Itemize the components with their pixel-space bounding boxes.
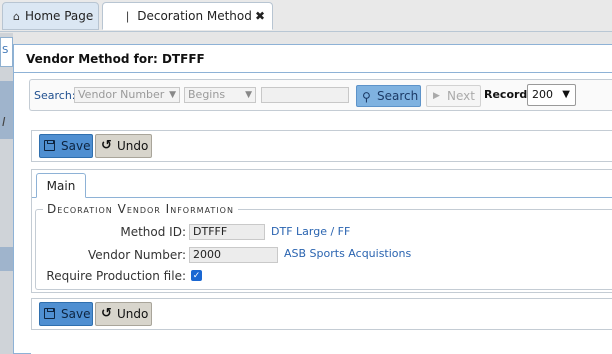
- search-icon: ⚲: [362, 90, 371, 104]
- undo-button-label: Undo: [117, 139, 149, 153]
- floppy-disk-icon: [44, 140, 55, 151]
- method-id-field[interactable]: DTFFF: [189, 224, 265, 240]
- vendor-number-field[interactable]: 2000: [189, 247, 278, 263]
- window-title: Vendor Method for: DTFFF: [14, 45, 612, 73]
- require-production-file-label: Require Production file:: [46, 269, 186, 283]
- undo-button-label: Undo: [117, 307, 149, 321]
- next-button[interactable]: ▶ Next: [426, 85, 481, 107]
- vendor-name-link[interactable]: ASB Sports Acquistions: [284, 247, 411, 260]
- background-window-tab[interactable]: S: [0, 37, 13, 67]
- vendor-method-window: Vendor Method for: DTFFF Search: Vendor …: [13, 44, 612, 354]
- search-button-label: Search: [377, 89, 419, 103]
- search-input[interactable]: [261, 87, 349, 103]
- require-production-file-checkbox[interactable]: ✓: [191, 270, 202, 281]
- tab-decoration-method[interactable]: ❘ Decoration Method ✖: [102, 2, 273, 30]
- undo-button[interactable]: ↺ Undo: [95, 134, 152, 158]
- decoration-vendor-section: Decoration Vendor Information Method ID:…: [35, 202, 612, 290]
- search-field-select[interactable]: Vendor Number ▼: [74, 87, 180, 103]
- save-button[interactable]: Save: [39, 134, 93, 158]
- save-button-label: Save: [61, 307, 91, 321]
- chevron-down-icon: ▼: [245, 90, 252, 100]
- next-button-label: Next: [447, 89, 475, 103]
- play-icon: ▶: [433, 91, 440, 101]
- section-legend: Decoration Vendor Information: [43, 202, 238, 216]
- search-operator-value: Begins: [188, 88, 226, 101]
- close-tab-icon[interactable]: ✖: [255, 9, 265, 23]
- vendor-number-label: Vendor Number:: [87, 248, 186, 262]
- tab-home-page[interactable]: ⌂ Home Page: [2, 2, 99, 30]
- tab-divider: [32, 197, 612, 198]
- search-operator-select[interactable]: Begins ▼: [184, 87, 256, 103]
- background-window-text: I: [2, 115, 6, 129]
- search-field-value: Vendor Number: [78, 88, 165, 101]
- background-window-header: [0, 247, 13, 271]
- search-button[interactable]: ⚲ Search: [356, 85, 421, 107]
- save-button-label: Save: [61, 139, 91, 153]
- method-id-label: Method ID:: [120, 225, 186, 239]
- save-button[interactable]: Save: [39, 302, 93, 326]
- records-select[interactable]: 200 ▼: [527, 84, 576, 106]
- records-value: 200: [532, 88, 553, 101]
- tab-decoration-method-label: Decoration Method: [137, 9, 252, 23]
- pin-icon: ❘: [123, 9, 133, 23]
- home-icon: ⌂: [13, 9, 20, 23]
- undo-button[interactable]: ↺ Undo: [95, 302, 152, 326]
- search-label: Search:: [34, 89, 76, 102]
- app-root: ⌂ Home Page ❘ Decoration Method ✖ S I Ve…: [0, 0, 612, 354]
- floppy-disk-icon: [44, 308, 55, 319]
- background-window-header: [0, 81, 13, 139]
- window-body-empty: [31, 331, 612, 354]
- undo-icon: ↺: [101, 306, 112, 321]
- background-window-gutter: S I: [0, 33, 13, 354]
- top-toolbar: Save ↺ Undo: [31, 130, 612, 162]
- chevron-down-icon: ▼: [562, 89, 570, 100]
- tab-panel: Main Decoration Vendor Information Metho…: [31, 169, 612, 293]
- undo-icon: ↺: [101, 138, 112, 153]
- tab-main[interactable]: Main: [36, 173, 86, 198]
- chevron-down-icon: ▼: [169, 90, 176, 100]
- tab-home-page-label: Home Page: [24, 9, 94, 23]
- top-tab-strip: ⌂ Home Page ❘ Decoration Method ✖: [0, 0, 612, 32]
- method-id-description: DTF Large / FF: [271, 225, 351, 238]
- search-bar: Search: Vendor Number ▼ Begins ▼ ⚲ Searc…: [29, 79, 612, 111]
- bottom-toolbar: Save ↺ Undo: [31, 298, 612, 330]
